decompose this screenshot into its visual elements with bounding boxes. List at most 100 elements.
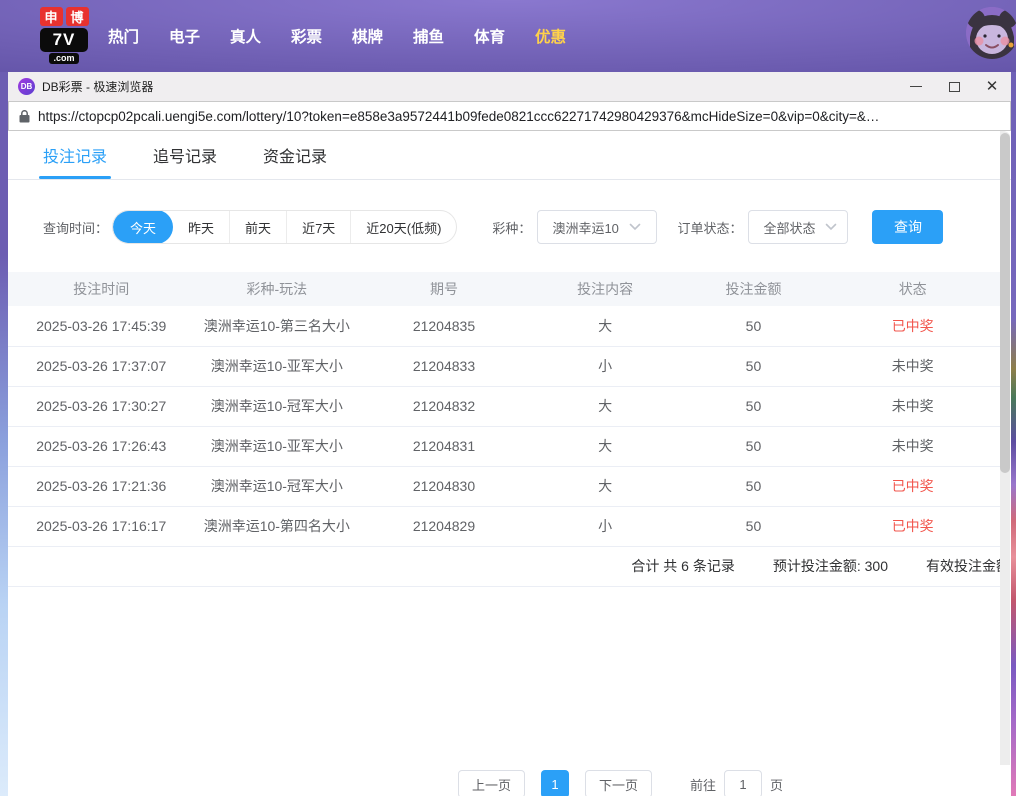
address-bar[interactable]: https://ctopcp02pcali.uengi5e.com/lotter…: [8, 101, 1011, 131]
cell-time: 2025-03-26 17:16:17: [8, 506, 194, 546]
cell-status: 未中奖: [825, 386, 1000, 426]
cell-time: 2025-03-26 17:26:43: [8, 426, 194, 466]
order-status-select[interactable]: 全部状态: [748, 210, 848, 244]
window-titlebar[interactable]: DB DB彩票 - 极速浏览器 ✕: [8, 72, 1011, 101]
cell-issue: 21204831: [359, 426, 529, 466]
nav-item-cards[interactable]: 棋牌: [352, 25, 383, 47]
avatar[interactable]: [966, 7, 1016, 59]
cell-amount: 50: [682, 346, 826, 386]
cell-amount: 50: [682, 306, 826, 346]
tab-fund-records[interactable]: 资金记录: [263, 131, 327, 179]
cell-status: 未中奖: [825, 346, 1000, 386]
cell-time: 2025-03-26 17:30:27: [8, 386, 194, 426]
url-text[interactable]: https://ctopcp02pcali.uengi5e.com/lotter…: [38, 109, 879, 124]
scrollbar[interactable]: [1000, 131, 1010, 765]
minimize-button[interactable]: [897, 72, 935, 101]
db-app-icon: DB: [18, 78, 35, 95]
nav-item-promo[interactable]: 优惠: [535, 25, 566, 47]
cell-status: 已中奖: [825, 506, 1000, 546]
minimize-icon: [910, 86, 922, 87]
col-play: 彩种-玩法: [194, 272, 359, 306]
tab-bet-records[interactable]: 投注记录: [43, 131, 107, 179]
scrollbar-thumb[interactable]: [1000, 133, 1010, 473]
table-row: 2025-03-26 17:37:07 澳洲幸运10-亚军大小 21204833…: [8, 346, 1000, 386]
cell-issue: 21204833: [359, 346, 529, 386]
cell-play: 澳洲幸运10-第三名大小: [194, 306, 359, 346]
page-content: 投注记录 追号记录 资金记录 查询时间： 今天 昨天 前天 近7天 近20天(低…: [8, 131, 1011, 796]
nav-item-lottery[interactable]: 彩票: [291, 25, 322, 47]
summary-count: 合计 共 6 条记录: [631, 556, 734, 576]
nav-item-slots[interactable]: 电子: [169, 25, 200, 47]
logo-text: 7V: [40, 28, 88, 52]
cell-amount: 50: [682, 466, 826, 506]
table-row: 2025-03-26 17:21:36 澳洲幸运10-冠军大小 21204830…: [8, 466, 1000, 506]
time-option-yesterday[interactable]: 昨天: [173, 210, 229, 244]
record-tabs: 投注记录 追号记录 资金记录: [8, 131, 1011, 180]
time-option-20days[interactable]: 近20天(低频): [350, 210, 456, 244]
nav-item-fishing[interactable]: 捕鱼: [413, 25, 444, 47]
cell-content: 小: [529, 506, 682, 546]
cell-time: 2025-03-26 17:37:07: [8, 346, 194, 386]
nav-item-hot[interactable]: 热门: [108, 25, 139, 47]
current-page-button[interactable]: 1: [541, 770, 569, 796]
cell-amount: 50: [682, 426, 826, 466]
site-logo[interactable]: 申 博 7V .com: [36, 7, 92, 65]
cell-play: 澳洲幸运10-冠军大小: [194, 466, 359, 506]
col-status: 状态: [825, 272, 1000, 306]
cell-content: 大: [529, 386, 682, 426]
nav-item-live[interactable]: 真人: [230, 25, 261, 47]
nav-menu: 热门 电子 真人 彩票 棋牌 捕鱼 体育 优惠: [108, 25, 566, 47]
nav-item-sports[interactable]: 体育: [474, 25, 505, 47]
table-row: 2025-03-26 17:16:17 澳洲幸运10-第四名大小 2120482…: [8, 506, 1000, 546]
next-page-button[interactable]: 下一页: [585, 770, 652, 796]
col-bet-time: 投注时间: [8, 272, 194, 306]
summary-row: 合计 共 6 条记录 预计投注金额: 300 有效投注金额: [8, 547, 1010, 587]
lottery-select[interactable]: 澳洲幸运10: [537, 210, 657, 244]
maximize-button[interactable]: [935, 72, 973, 101]
query-button[interactable]: 查询: [872, 210, 943, 244]
table-row: 2025-03-26 17:45:39 澳洲幸运10-第三名大小 2120483…: [8, 306, 1000, 346]
logo-domain: .com: [49, 53, 78, 64]
logo-badge-2: 博: [66, 7, 89, 26]
cell-status: 已中奖: [825, 306, 1000, 346]
cell-issue: 21204835: [359, 306, 529, 346]
cell-play: 澳洲幸运10-冠军大小: [194, 386, 359, 426]
cell-time: 2025-03-26 17:45:39: [8, 306, 194, 346]
filter-bar: 查询时间： 今天 昨天 前天 近7天 近20天(低频) 彩种： 澳洲幸运10 订…: [8, 210, 1011, 244]
time-option-today[interactable]: 今天: [113, 210, 173, 244]
time-option-7days[interactable]: 近7天: [286, 210, 350, 244]
cell-amount: 50: [682, 386, 826, 426]
table-row: 2025-03-26 17:26:43 澳洲幸运10-亚军大小 21204831…: [8, 426, 1000, 466]
chevron-down-icon: [629, 223, 641, 231]
close-button[interactable]: ✕: [973, 72, 1011, 101]
close-icon: ✕: [986, 79, 999, 94]
cell-play: 澳洲幸运10-亚军大小: [194, 346, 359, 386]
lottery-select-value: 澳洲幸运10: [552, 218, 618, 237]
prev-page-button[interactable]: 上一页: [458, 770, 525, 796]
cell-content: 大: [529, 426, 682, 466]
cell-play: 澳洲幸运10-亚军大小: [194, 426, 359, 466]
time-option-daybefore[interactable]: 前天: [229, 210, 286, 244]
col-content: 投注内容: [529, 272, 682, 306]
cell-status: 已中奖: [825, 466, 1000, 506]
cell-content: 大: [529, 466, 682, 506]
browser-window: DB DB彩票 - 极速浏览器 ✕ https://ctopcp02pcali.…: [8, 72, 1011, 796]
order-status-value: 全部状态: [763, 218, 815, 237]
status-filter-label: 订单状态：: [677, 218, 742, 237]
maximize-icon: [949, 82, 960, 92]
summary-expected: 预计投注金额: 300: [773, 556, 888, 576]
cell-play: 澳洲幸运10-第四名大小: [194, 506, 359, 546]
tab-chase-records[interactable]: 追号记录: [153, 131, 217, 179]
logo-badge-1: 申: [40, 7, 63, 26]
goto-unit: 页: [770, 775, 783, 794]
window-title: DB彩票 - 极速浏览器: [42, 78, 153, 95]
table-row: 2025-03-26 17:30:27 澳洲幸运10-冠军大小 21204832…: [8, 386, 1000, 426]
col-amount: 投注金额: [682, 272, 826, 306]
cell-status: 未中奖: [825, 426, 1000, 466]
lock-icon: [19, 110, 30, 123]
goto-page-input[interactable]: [724, 770, 762, 796]
cell-issue: 21204832: [359, 386, 529, 426]
cell-issue: 21204830: [359, 466, 529, 506]
bet-records-table: 投注时间 彩种-玩法 期号 投注内容 投注金额 状态 2025-03-26 17…: [8, 272, 1000, 587]
cell-content: 小: [529, 346, 682, 386]
